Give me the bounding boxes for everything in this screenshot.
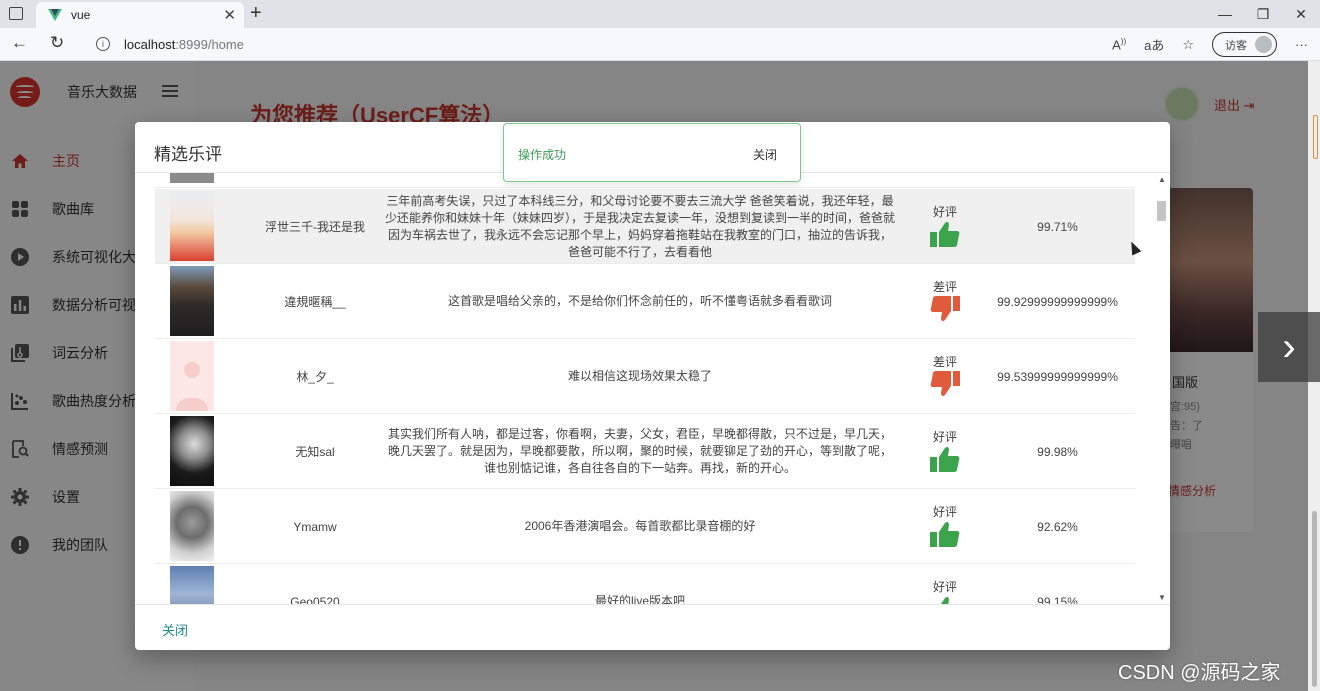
thumbs-down-icon <box>930 371 960 397</box>
reload-icon[interactable]: ↻ <box>50 33 64 53</box>
commenter-name: 浮世三千-我还是我 <box>265 220 365 234</box>
comment-text: 最好的live版本吧 <box>594 594 685 604</box>
commenter-name: Geo0520 <box>290 594 340 605</box>
sentiment-label: 好评 <box>932 205 957 219</box>
sentiment-score: 99.15% <box>1037 594 1078 605</box>
toast-close-button[interactable]: 关闭 <box>753 146 777 163</box>
table-row[interactable]: 違規暱稱__ 这首歌是唱给父亲的，不是给你们怀念前任的，听不懂粤语就多看看歌词 … <box>155 264 1135 339</box>
dialog-divider <box>135 604 1170 605</box>
sentiment-label: 差评 <box>932 280 957 294</box>
dialog-scrollbar-thumb[interactable] <box>1157 201 1166 221</box>
back-arrow-icon[interactable]: ← <box>11 33 28 53</box>
address-bar: ← ↻ i localhost:8999/home A)) aあ ☆ 访客 ··… <box>0 28 1320 61</box>
new-tab-button[interactable]: + <box>250 2 262 25</box>
table-row[interactable]: Geo0520 最好的live版本吧 好评 99.15% <box>155 564 1135 604</box>
tab-actions-icon[interactable] <box>9 7 23 20</box>
dialog-close-button[interactable]: 关闭 <box>162 620 188 639</box>
translate-icon[interactable]: aあ <box>1144 35 1164 54</box>
commenter-name: 林_夕_ <box>296 370 334 384</box>
browser-tab-bar: vue ✕ + — ❐ ✕ <box>0 0 1320 28</box>
chevron-right-icon: › <box>1282 324 1296 369</box>
commenter-avatar <box>170 416 214 486</box>
sentiment-label: 好评 <box>932 580 957 594</box>
comment-text: 其实我们所有人呐，都是过客，你看啊，夫妻，父女，君臣，早晚都得散，只不过是，早几… <box>387 427 892 475</box>
sentiment-score: 99.71% <box>1037 219 1078 234</box>
window-close-button[interactable]: ✕ <box>1282 0 1320 28</box>
sentiment-score: 99.53999999999999% <box>997 369 1118 384</box>
success-toast: 操作成功 关闭 <box>503 123 801 182</box>
sentiment-label: 差评 <box>932 355 957 369</box>
thumbs-up-icon <box>930 221 960 247</box>
table-row[interactable]: 浮世三千-我还是我 三年前高考失误，只过了本科线三分，和父母讨论要不要去三流大学… <box>155 189 1135 264</box>
thumbs-up-icon <box>930 521 960 547</box>
tab-close-icon[interactable]: ✕ <box>223 6 236 24</box>
comment-text: 这首歌是唱给父亲的，不是给你们怀念前任的，听不懂粤语就多看看歌词 <box>447 294 832 308</box>
commenter-avatar <box>170 191 214 261</box>
profile-label: 访客 <box>1225 39 1247 52</box>
thumbs-up-icon <box>930 446 960 472</box>
dialog-title: 精选乐评 <box>154 145 222 164</box>
url-host: localhost <box>124 36 176 52</box>
commenter-avatar <box>170 491 214 561</box>
url-path: :8999/home <box>175 36 244 52</box>
sentiment-label: 好评 <box>932 430 957 444</box>
thumbs-down-icon <box>930 296 960 322</box>
commenter-avatar <box>170 566 214 604</box>
scrollbar-marker <box>1313 115 1318 159</box>
profile-button[interactable]: 访客 <box>1212 32 1277 57</box>
favorites-star-icon[interactable]: ☆ <box>1182 37 1194 53</box>
maximize-button[interactable]: ❐ <box>1244 0 1282 28</box>
comments-list[interactable]: 浮世三千-我还是我 三年前高考失误，只过了本科线三分，和父母讨论要不要去三流大学… <box>155 173 1166 604</box>
table-row[interactable]: 林_夕_ 难以相信这现场效果太稳了 差评 99.53999999999999% <box>155 339 1135 414</box>
thumbs-up-icon <box>930 596 960 604</box>
carousel-next-button[interactable]: › <box>1258 312 1320 382</box>
sentiment-label: 好评 <box>932 505 957 519</box>
sentiment-score: 99.98% <box>1037 444 1078 459</box>
vue-logo-icon <box>48 9 62 21</box>
comment-text: 难以相信这现场效果太稳了 <box>567 369 712 383</box>
browser-tab[interactable]: vue ✕ <box>36 2 244 28</box>
table-row[interactable]: Ymamw 2006年香港演唱会。每首歌都比录音棚的好 好评 92.62% <box>155 489 1135 564</box>
toast-message: 操作成功 <box>518 148 567 162</box>
more-menu-icon[interactable]: ··· <box>1295 37 1308 52</box>
commenter-name: 違規暱稱__ <box>284 295 346 309</box>
comment-text: 2006年香港演唱会。每首歌都比录音棚的好 <box>524 519 756 533</box>
commenter-avatar <box>170 173 214 183</box>
dialog-scrollbar[interactable]: ▲ ▼ <box>1154 173 1170 604</box>
commenter-avatar <box>170 341 214 411</box>
scroll-down-arrow-icon[interactable]: ▼ <box>1158 593 1166 602</box>
sentiment-score: 92.62% <box>1037 519 1078 534</box>
page-scrollbar-thumb[interactable] <box>1312 511 1317 687</box>
url-field[interactable]: i localhost:8999/home <box>82 31 1162 57</box>
commenter-name: Ymamw <box>293 519 337 534</box>
commenter-name: 无知sal <box>295 445 335 459</box>
comments-dialog: 精选乐评 浮世三千-我还是我 三年前高考失误，只过了本科线三分，和父母讨论要不要… <box>135 122 1170 650</box>
profile-avatar-icon <box>1255 36 1272 53</box>
watermark: CSDN @源码之家 <box>1118 662 1281 684</box>
sentiment-score: 99.92999999999999% <box>997 294 1118 309</box>
site-info-icon[interactable]: i <box>96 37 110 51</box>
scroll-up-arrow-icon[interactable]: ▲ <box>1158 175 1166 184</box>
minimize-button[interactable]: — <box>1206 0 1244 28</box>
comment-text: 三年前高考失误，只过了本科线三分，和父母讨论要不要去三流大学 爸爸笑着说，我还年… <box>385 193 896 259</box>
read-aloud-icon[interactable]: A)) <box>1112 37 1126 52</box>
tab-title: vue <box>71 8 91 22</box>
commenter-avatar <box>170 266 214 336</box>
table-row[interactable]: 无知sal 其实我们所有人呐，都是过客，你看啊，夫妻，父女，君臣，早晚都得散，只… <box>155 414 1135 489</box>
